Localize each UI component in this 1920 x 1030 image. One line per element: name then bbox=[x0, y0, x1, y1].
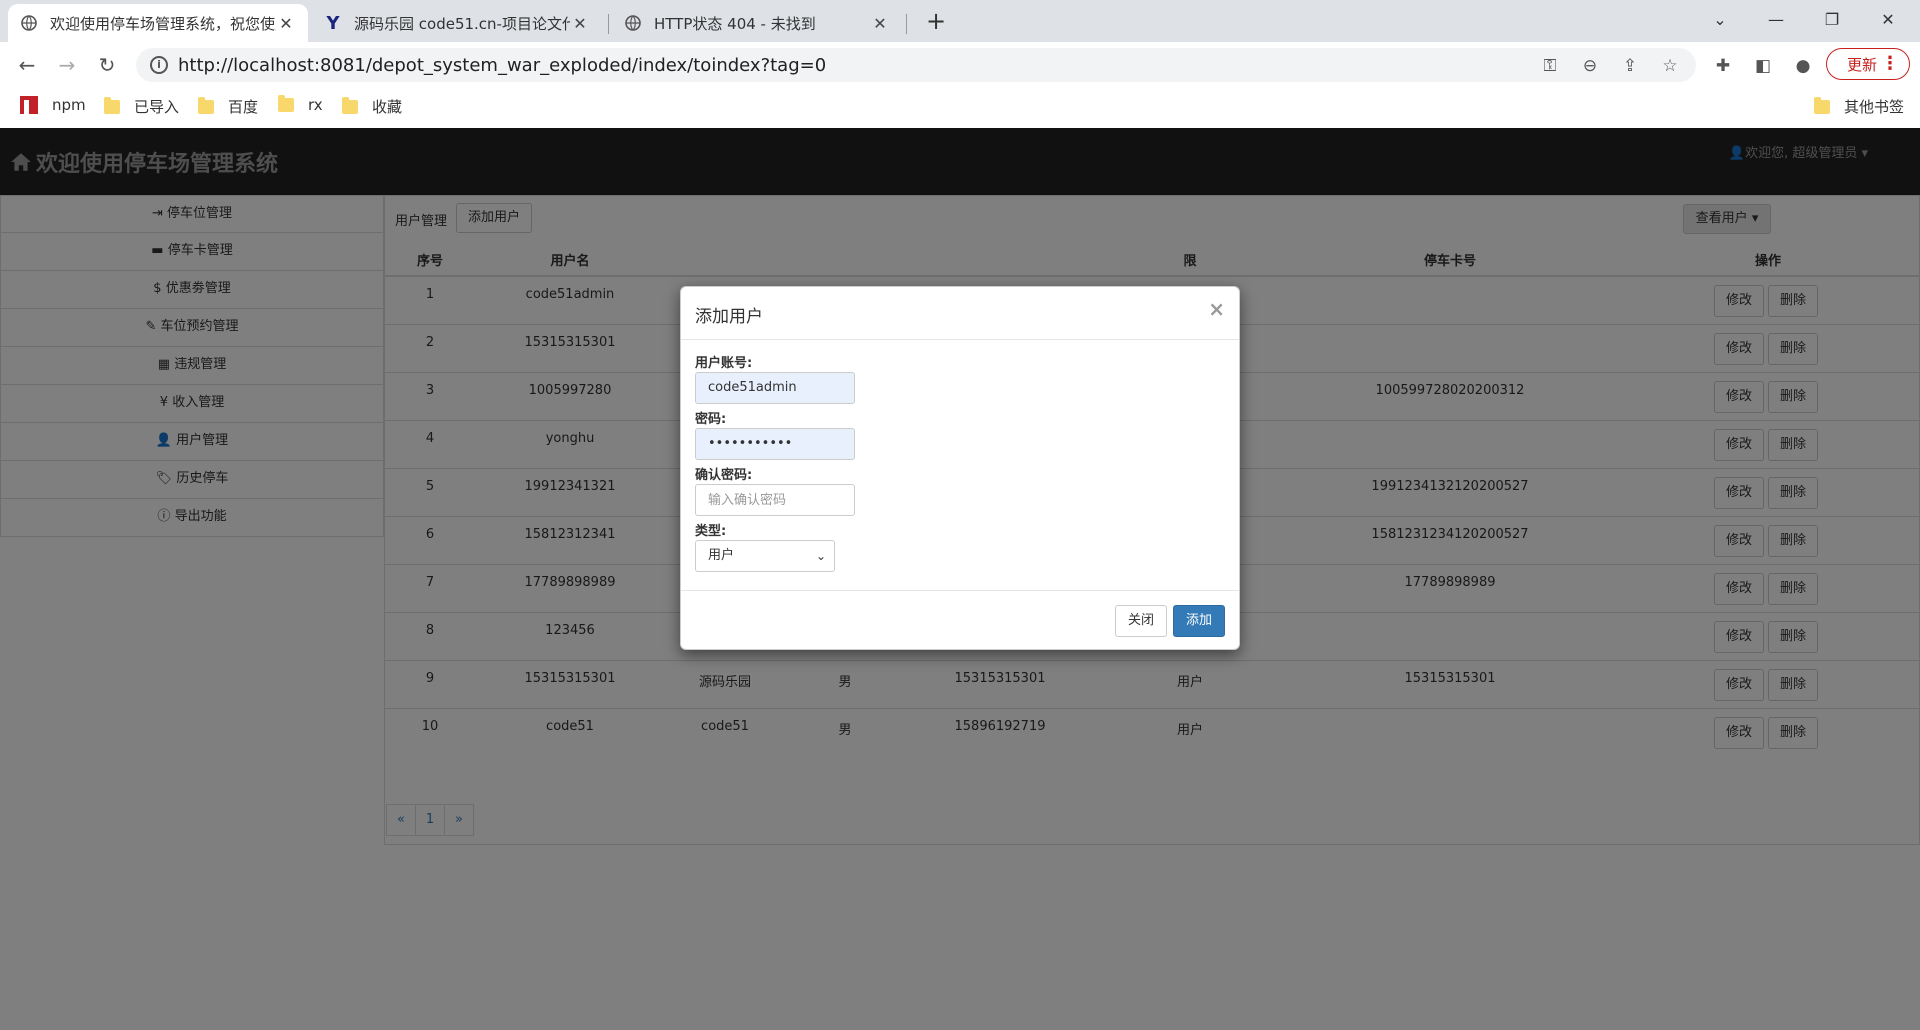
bookmark-label: rx bbox=[308, 96, 323, 114]
bookmark-label: 收藏 bbox=[372, 98, 403, 116]
globe-icon bbox=[20, 14, 38, 32]
web-page: 欢迎使用停车场管理系统 👤欢迎您, 超级管理员 ▾ ⇥ 停车位管理 ▬ 停车卡管… bbox=[0, 128, 1920, 1030]
password-input[interactable]: ••••••••••• bbox=[695, 428, 855, 460]
zoom-icon[interactable]: ⊖ bbox=[1580, 56, 1600, 76]
add-button[interactable]: 添加 bbox=[1173, 605, 1225, 637]
tab-title: 源码乐园 code51.cn-项目论文代码 bbox=[354, 14, 570, 33]
close-tab-icon[interactable]: ✕ bbox=[870, 14, 890, 33]
browser-tab[interactable]: HTTP状态 404 - 未找到 ✕ bbox=[612, 4, 902, 42]
extensions-icon[interactable]: ✚ bbox=[1712, 55, 1734, 77]
restore-icon[interactable]: ❐ bbox=[1804, 0, 1860, 38]
folder-icon bbox=[342, 96, 358, 114]
npm-logo-icon bbox=[20, 96, 38, 114]
account-input[interactable]: code51admin bbox=[695, 372, 855, 404]
folder-icon bbox=[1814, 96, 1830, 114]
star-icon[interactable]: ☆ bbox=[1660, 56, 1680, 76]
address-bar[interactable]: i http://localhost:8081/depot_system_war… bbox=[136, 48, 1696, 82]
folder-icon bbox=[278, 95, 294, 112]
type-select[interactable]: 用户 ⌄ bbox=[695, 540, 835, 572]
profile-icon[interactable]: ● bbox=[1792, 55, 1814, 77]
update-label: 更新 bbox=[1847, 55, 1878, 74]
type-selected-value: 用户 bbox=[708, 548, 735, 563]
modal-body: 用户账号: code51admin 密码: ••••••••••• 确认密码: … bbox=[681, 340, 1239, 591]
browser-toolbar: ← → ↻ i http://localhost:8081/depot_syst… bbox=[0, 42, 1920, 88]
url-text: http://localhost:8081/depot_system_war_e… bbox=[178, 55, 827, 76]
update-button[interactable]: 更新 ⋮ bbox=[1826, 48, 1910, 80]
close-tab-icon[interactable]: ✕ bbox=[570, 14, 590, 33]
password-label: 密码: bbox=[695, 412, 727, 427]
type-label: 类型: bbox=[695, 524, 727, 539]
new-tab-button[interactable]: + bbox=[922, 8, 950, 36]
confirm-password-input[interactable] bbox=[695, 484, 855, 516]
bookmarks-bar: npm 已导入 百度 rx 收藏 其他书签 bbox=[0, 88, 1920, 128]
close-tab-icon[interactable]: ✕ bbox=[276, 14, 296, 33]
bookmark-label: 其他书签 bbox=[1844, 98, 1905, 116]
account-label: 用户账号: bbox=[695, 356, 753, 371]
chevron-down-icon: ⌄ bbox=[815, 549, 826, 563]
bookmark-folder[interactable]: 已导入 bbox=[104, 96, 179, 117]
minimize-icon[interactable]: — bbox=[1748, 0, 1804, 38]
back-arrow-icon[interactable]: ← bbox=[12, 50, 42, 80]
confirm-password-label: 确认密码: bbox=[695, 468, 753, 483]
tab-title: HTTP状态 404 - 未找到 bbox=[654, 14, 816, 33]
close-button[interactable]: 关闭 bbox=[1115, 605, 1167, 637]
reload-icon[interactable]: ↻ bbox=[92, 50, 122, 80]
share-icon[interactable]: ⇪ bbox=[1620, 56, 1640, 76]
tab-divider bbox=[608, 14, 609, 34]
add-user-modal: 添加用户 × 用户账号: code51admin 密码: •••••••••••… bbox=[680, 286, 1240, 650]
key-icon[interactable]: ⚿ bbox=[1540, 56, 1560, 76]
y-logo-icon: Y bbox=[326, 12, 340, 34]
modal-title: 添加用户 bbox=[695, 307, 763, 327]
modal-footer: 关闭 添加 bbox=[681, 591, 1239, 649]
bookmark-folder[interactable]: rx bbox=[278, 95, 323, 114]
forward-arrow-icon[interactable]: → bbox=[52, 50, 82, 80]
close-icon[interactable]: × bbox=[1208, 297, 1225, 321]
tab-title: 欢迎使用停车场管理系统，祝您使用愉快 bbox=[50, 14, 276, 33]
bookmark-label: npm bbox=[52, 96, 86, 114]
modal-header: 添加用户 × bbox=[681, 287, 1239, 340]
bookmark-npm[interactable]: npm bbox=[20, 96, 86, 114]
browser-tab-active[interactable]: 欢迎使用停车场管理系统，祝您使用愉快 ✕ bbox=[8, 4, 308, 42]
tab-divider bbox=[906, 14, 907, 34]
globe-icon bbox=[624, 14, 642, 32]
folder-icon bbox=[198, 96, 214, 114]
bookmark-folder[interactable]: 收藏 bbox=[342, 96, 402, 117]
tab-search-icon[interactable]: ⌄ bbox=[1692, 0, 1748, 38]
other-bookmarks[interactable]: 其他书签 bbox=[1814, 96, 1904, 117]
site-info-icon[interactable]: i bbox=[150, 56, 168, 74]
window-close-icon[interactable]: ✕ bbox=[1860, 0, 1916, 38]
browser-tab[interactable]: Y 源码乐园 code51.cn-项目论文代码 ✕ bbox=[312, 4, 602, 42]
side-panel-icon[interactable]: ◧ bbox=[1752, 55, 1774, 77]
folder-icon bbox=[104, 96, 120, 114]
bookmark-folder[interactable]: 百度 bbox=[198, 96, 258, 117]
bookmark-label: 百度 bbox=[228, 98, 259, 116]
browser-tab-strip: 欢迎使用停车场管理系统，祝您使用愉快 ✕ Y 源码乐园 code51.cn-项目… bbox=[0, 0, 1920, 42]
menu-dots-icon: ⋮ bbox=[1881, 53, 1899, 74]
bookmark-label: 已导入 bbox=[134, 98, 180, 116]
